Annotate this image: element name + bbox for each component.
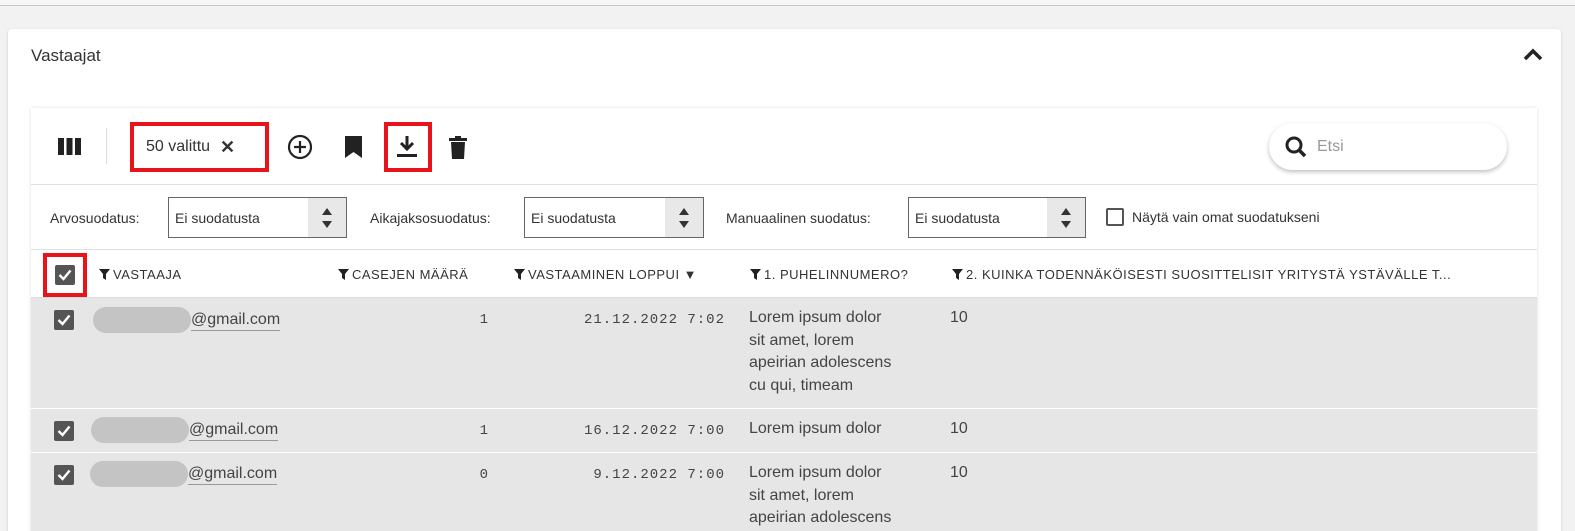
row-checkbox[interactable] [54,310,74,330]
filter-icon [99,269,110,280]
top-divider [0,0,1575,6]
case-count-cell: 1 [479,312,489,328]
row-checkbox[interactable] [54,421,74,441]
phone-cell: Lorem ipsum dolor sit amet, lorem apeiri… [749,464,892,526]
value-filter-value: Ei suodatusta [175,209,260,226]
period-filter-select[interactable]: Ei suodatusta [524,197,704,238]
redacted-name [93,307,191,333]
respondent-email[interactable]: @gmail.com [91,417,279,443]
search-input[interactable] [1317,137,1487,156]
phone-cell: Lorem ipsum dolor sit amet, lorem apeiri… [749,309,892,394]
sort-desc-icon: ▼ [683,267,697,282]
selected-count-label: 50 valittu [146,138,211,155]
toolbar-separator [106,128,107,164]
select-arrows-icon [308,198,346,237]
select-arrows-icon [665,198,703,237]
value-filter-label: Arvosuodatus: [50,210,140,226]
filter-icon [338,269,349,280]
bookmark-icon[interactable] [343,134,363,160]
add-circle-icon[interactable] [287,134,313,160]
columns-icon[interactable] [57,136,81,156]
redacted-name [90,461,188,487]
column-header-recommend[interactable]: 2. KUINKA TODENNÄKÖISESTI SUOSITTELISIT … [952,267,1451,282]
select-arrows-icon [1047,198,1085,237]
table-header: VASTAAJA CASEJEN MÄÄRÄ VASTAAMINEN LOPPU… [31,251,1537,298]
filter-icon [514,269,525,280]
selection-clear-button[interactable]: 50 valittu ✕ [130,122,269,172]
own-filters-toggle[interactable]: Näytä vain omat suodatukseni [1106,208,1320,226]
recommend-score-cell: 10 [950,464,968,481]
search-icon [1285,136,1307,157]
recommend-score-cell: 10 [950,309,968,326]
close-icon: ✕ [220,136,236,157]
column-header-case-count[interactable]: CASEJEN MÄÄRÄ [338,267,468,282]
row-checkbox[interactable] [54,465,74,485]
respondent-email[interactable]: @gmail.com [90,461,278,487]
own-filters-label: Näytä vain omat suodatukseni [1132,209,1320,225]
case-count-cell: 1 [479,423,489,439]
search-box[interactable] [1269,123,1507,170]
table-row[interactable]: @gmail.com 1 16.12.2022 7:00 Lorem ipsum… [31,409,1537,453]
table-row[interactable]: @gmail.com 1 21.12.2022 7:02 Lorem ipsum… [31,298,1537,409]
manual-filter-label: Manuaalinen suodatus: [726,210,871,226]
recommend-score-cell: 10 [950,420,968,437]
redacted-name [91,417,189,443]
response-ended-cell: 21.12.2022 7:02 [583,312,725,328]
column-header-respondent[interactable]: VASTAAJA [99,267,182,282]
filter-bar: Arvosuodatus: Ei suodatusta Aikajaksosuo… [31,186,1537,250]
period-filter-value: Ei suodatusta [531,209,616,226]
respondents-panel: Vastaajat 50 valittu ✕ Etsi Arvosuodatus… [8,29,1561,531]
panel-title: Vastaajat [31,46,101,65]
chevron-up-icon[interactable] [1523,47,1543,63]
trash-icon[interactable] [447,134,469,160]
respondents-table-card: 50 valittu ✕ Arvosuodatus: [31,108,1537,531]
filter-icon [750,269,761,280]
filter-icon [952,269,963,280]
column-header-phone[interactable]: 1. PUHELINNUMERO? [750,267,908,282]
phone-cell: Lorem ipsum dolor [749,420,882,437]
case-count-cell: 0 [479,467,489,483]
toolbar: 50 valittu ✕ [31,108,1537,185]
manual-filter-select[interactable]: Ei suodatusta [908,197,1086,238]
response-ended-cell: 9.12.2022 7:00 [593,467,725,483]
select-all-highlight [43,253,87,297]
select-all-checkbox[interactable] [55,265,75,285]
respondent-email[interactable]: @gmail.com [93,307,281,333]
value-filter-select[interactable]: Ei suodatusta [168,197,347,238]
manual-filter-value: Ei suodatusta [915,209,1000,226]
download-icon[interactable] [395,134,419,160]
column-header-response-ended[interactable]: VASTAAMINEN LOPPUI ▼ [514,267,697,282]
own-filters-checkbox[interactable] [1106,208,1124,226]
period-filter-label: Aikajaksosuodatus: [370,210,491,226]
table-row[interactable]: @gmail.com 0 9.12.2022 7:00 Lorem ipsum … [31,453,1537,531]
response-ended-cell: 16.12.2022 7:00 [583,423,725,439]
